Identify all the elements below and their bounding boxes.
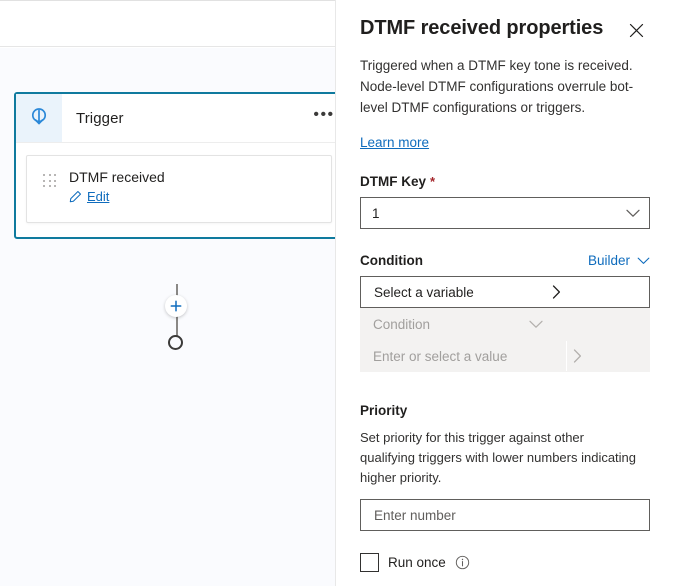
condition-value-placeholder: Enter or select a value: [373, 349, 566, 364]
dtmf-received-card-title: DTMF received: [69, 168, 321, 186]
condition-operator-select: Condition: [360, 308, 650, 340]
plus-icon: [170, 300, 182, 312]
flow-canvas[interactable]: Trigger ••• DTMF received: [0, 48, 335, 586]
app-root: Trigger ••• DTMF received: [0, 0, 674, 586]
condition-operator-placeholder: Condition: [373, 317, 529, 332]
flow-connector: [176, 284, 178, 352]
condition-builder-group: Select a variable Condition Enter or sel…: [360, 276, 650, 372]
trigger-node-body: DTMF received Edit: [16, 143, 335, 237]
run-once-label: Run once: [388, 555, 446, 570]
dtmf-key-label-text: DTMF Key: [360, 174, 426, 189]
condition-mode-label: Builder: [588, 253, 630, 268]
chevron-down-icon: [626, 209, 640, 218]
condition-variable-select[interactable]: Select a variable: [360, 276, 650, 308]
edit-trigger-button[interactable]: Edit: [69, 189, 109, 204]
chevron-down-icon: [637, 257, 650, 265]
drag-handle-icon[interactable]: [43, 174, 59, 188]
properties-panel: DTMF received properties Triggered when …: [335, 0, 674, 586]
dtmf-key-value: 1: [372, 206, 626, 221]
flow-canvas-pane: Trigger ••• DTMF received: [0, 0, 335, 586]
edit-trigger-label: Edit: [87, 189, 109, 204]
panel-description: Triggered when a DTMF key tone is receiv…: [360, 55, 638, 118]
trigger-bolt-icon: [16, 94, 62, 142]
condition-label: Condition: [360, 253, 588, 268]
condition-value-input: Enter or select a value: [360, 340, 650, 372]
add-node-button[interactable]: [165, 295, 187, 317]
priority-input[interactable]: [372, 507, 638, 524]
required-marker: *: [430, 174, 435, 189]
dtmf-key-label: DTMF Key *: [360, 174, 650, 189]
condition-mode-toggle[interactable]: Builder: [588, 253, 650, 268]
pencil-icon: [69, 190, 82, 203]
chevron-right-icon: [573, 349, 641, 363]
run-once-row: Run once: [360, 553, 650, 572]
learn-more-link[interactable]: Learn more: [360, 135, 429, 150]
divider: [566, 341, 567, 371]
panel-title: DTMF received properties: [360, 14, 622, 42]
info-icon[interactable]: [455, 555, 470, 570]
chevron-right-icon: [552, 285, 640, 299]
dtmf-key-select[interactable]: 1: [360, 197, 650, 229]
priority-description: Set priority for this trigger against ot…: [360, 428, 642, 488]
condition-label-row: Condition Builder: [360, 253, 650, 268]
priority-input-wrapper[interactable]: [360, 499, 650, 531]
canvas-toolbar: [0, 0, 335, 47]
trigger-node[interactable]: Trigger ••• DTMF received: [14, 92, 335, 239]
dtmf-received-card-text: DTMF received Edit: [69, 168, 321, 208]
condition-variable-placeholder: Select a variable: [374, 285, 552, 300]
end-node-circle-icon[interactable]: [168, 335, 183, 350]
trigger-node-header: Trigger •••: [16, 94, 335, 143]
panel-header: DTMF received properties: [360, 0, 650, 44]
dtmf-received-card[interactable]: DTMF received Edit: [26, 155, 332, 223]
trigger-node-title: Trigger: [62, 110, 306, 127]
priority-heading: Priority: [360, 403, 650, 418]
trigger-node-overflow-menu-icon[interactable]: •••: [306, 94, 335, 142]
close-icon[interactable]: [622, 16, 650, 44]
run-once-checkbox[interactable]: [360, 553, 379, 572]
chevron-down-icon: [529, 320, 641, 329]
